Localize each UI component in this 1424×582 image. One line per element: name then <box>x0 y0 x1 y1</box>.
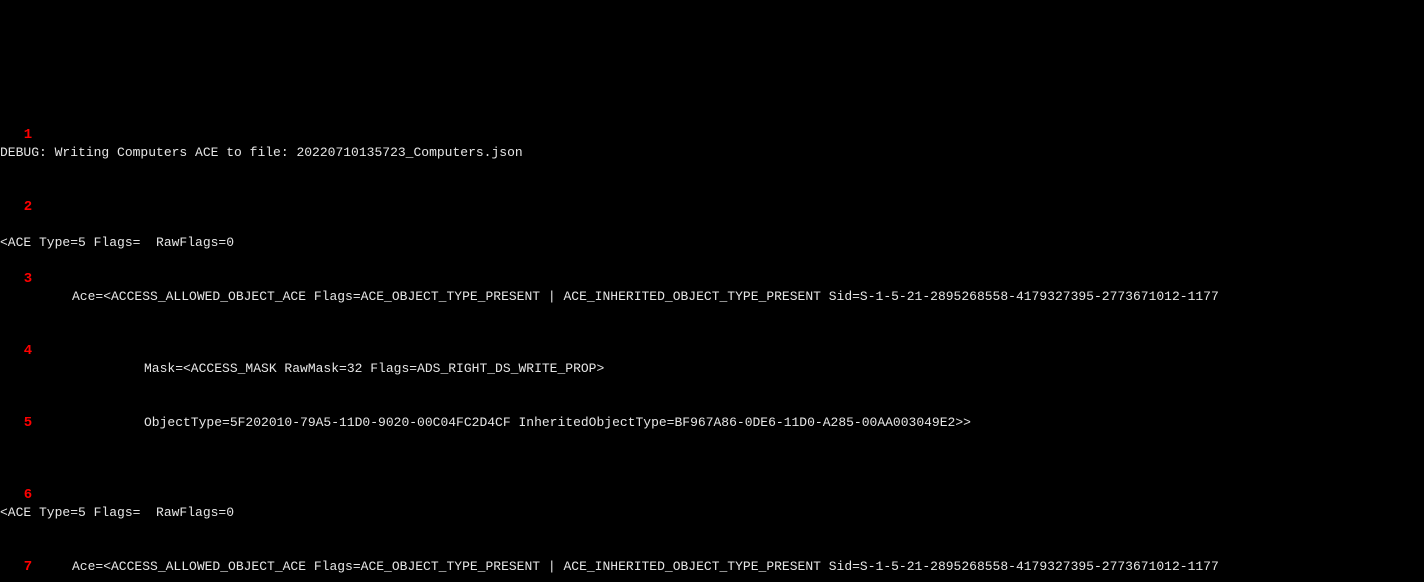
terminal-output: DEBUG: Writing Computers ACE to file: 20… <box>0 90 1424 582</box>
badge-3: 3 <box>18 270 38 288</box>
badge-2: 2 <box>18 198 38 216</box>
badge-6: 6 <box>18 486 38 504</box>
ace-object-type: ObjectType=5F202010-79A5-11D0-9020-00C04… <box>0 414 1424 432</box>
badge-1: 1 <box>18 126 38 144</box>
debug-line: DEBUG: Writing Computers ACE to file: 20… <box>0 144 1424 162</box>
ace-header: <ACE Type=5 Flags= RawFlags=0 <box>0 504 1424 522</box>
badge-4: 4 <box>18 342 38 360</box>
ace-mask: Mask=<ACCESS_MASK RawMask=32 Flags=ADS_R… <box>0 360 1424 378</box>
badge-7: 7 <box>18 558 38 576</box>
ace-header: <ACE Type=5 Flags= RawFlags=0 <box>0 234 1424 252</box>
ace-line: Ace=<ACCESS_ALLOWED_OBJECT_ACE Flags=ACE… <box>0 288 1424 306</box>
ace-line: Ace=<ACCESS_ALLOWED_OBJECT_ACE Flags=ACE… <box>0 558 1424 576</box>
badge-5: 5 <box>18 414 38 432</box>
